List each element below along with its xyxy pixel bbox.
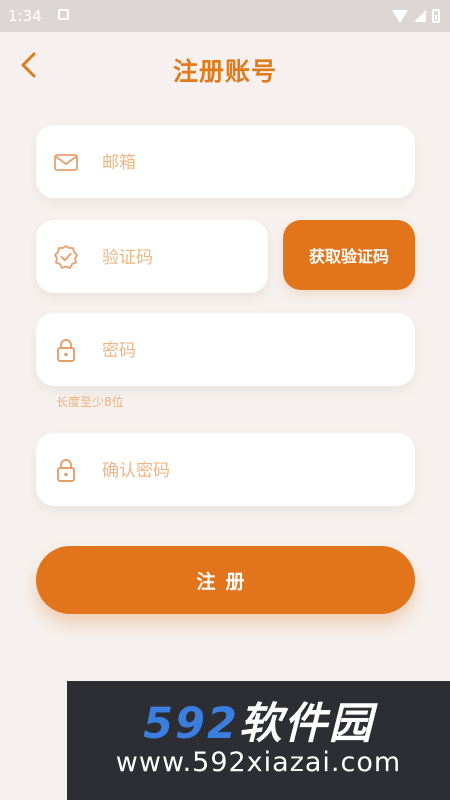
status-bar: 1:34 [0,0,450,32]
lock-icon [57,459,75,482]
signal-icon [414,10,426,22]
confirm-password-field [36,433,415,508]
watermark-url: www.592xiazai.com [115,747,402,778]
watermark-banner: 592软件园 www.592xiazai.com [67,681,450,800]
watermark-brand-number: 592 [143,699,239,749]
status-icons [392,7,440,25]
watermark-brand-text: 软件园 [238,699,374,749]
status-time: 1:34 [8,7,42,25]
watermark-logo: 592软件园 [67,689,450,751]
password-hint: 长度至少8位 [56,395,124,409]
mail-icon [54,154,78,171]
page-title: 注册账号 [172,57,277,86]
verified-badge-icon [54,245,78,269]
lock-icon [57,339,75,362]
email-input[interactable] [100,125,401,200]
password-field [36,313,415,388]
battery-icon [432,9,440,23]
password-input[interactable] [100,313,401,388]
confirm-password-input[interactable] [100,433,401,508]
code-field [36,220,268,295]
verification-code-input[interactable] [100,220,254,295]
header: 注册账号 [0,32,450,102]
wifi-icon [392,9,408,23]
email-field [36,125,415,200]
register-button[interactable]: 注册 [36,546,415,614]
notification-icon [58,9,69,20]
get-code-button[interactable]: 获取验证码 [283,220,415,290]
